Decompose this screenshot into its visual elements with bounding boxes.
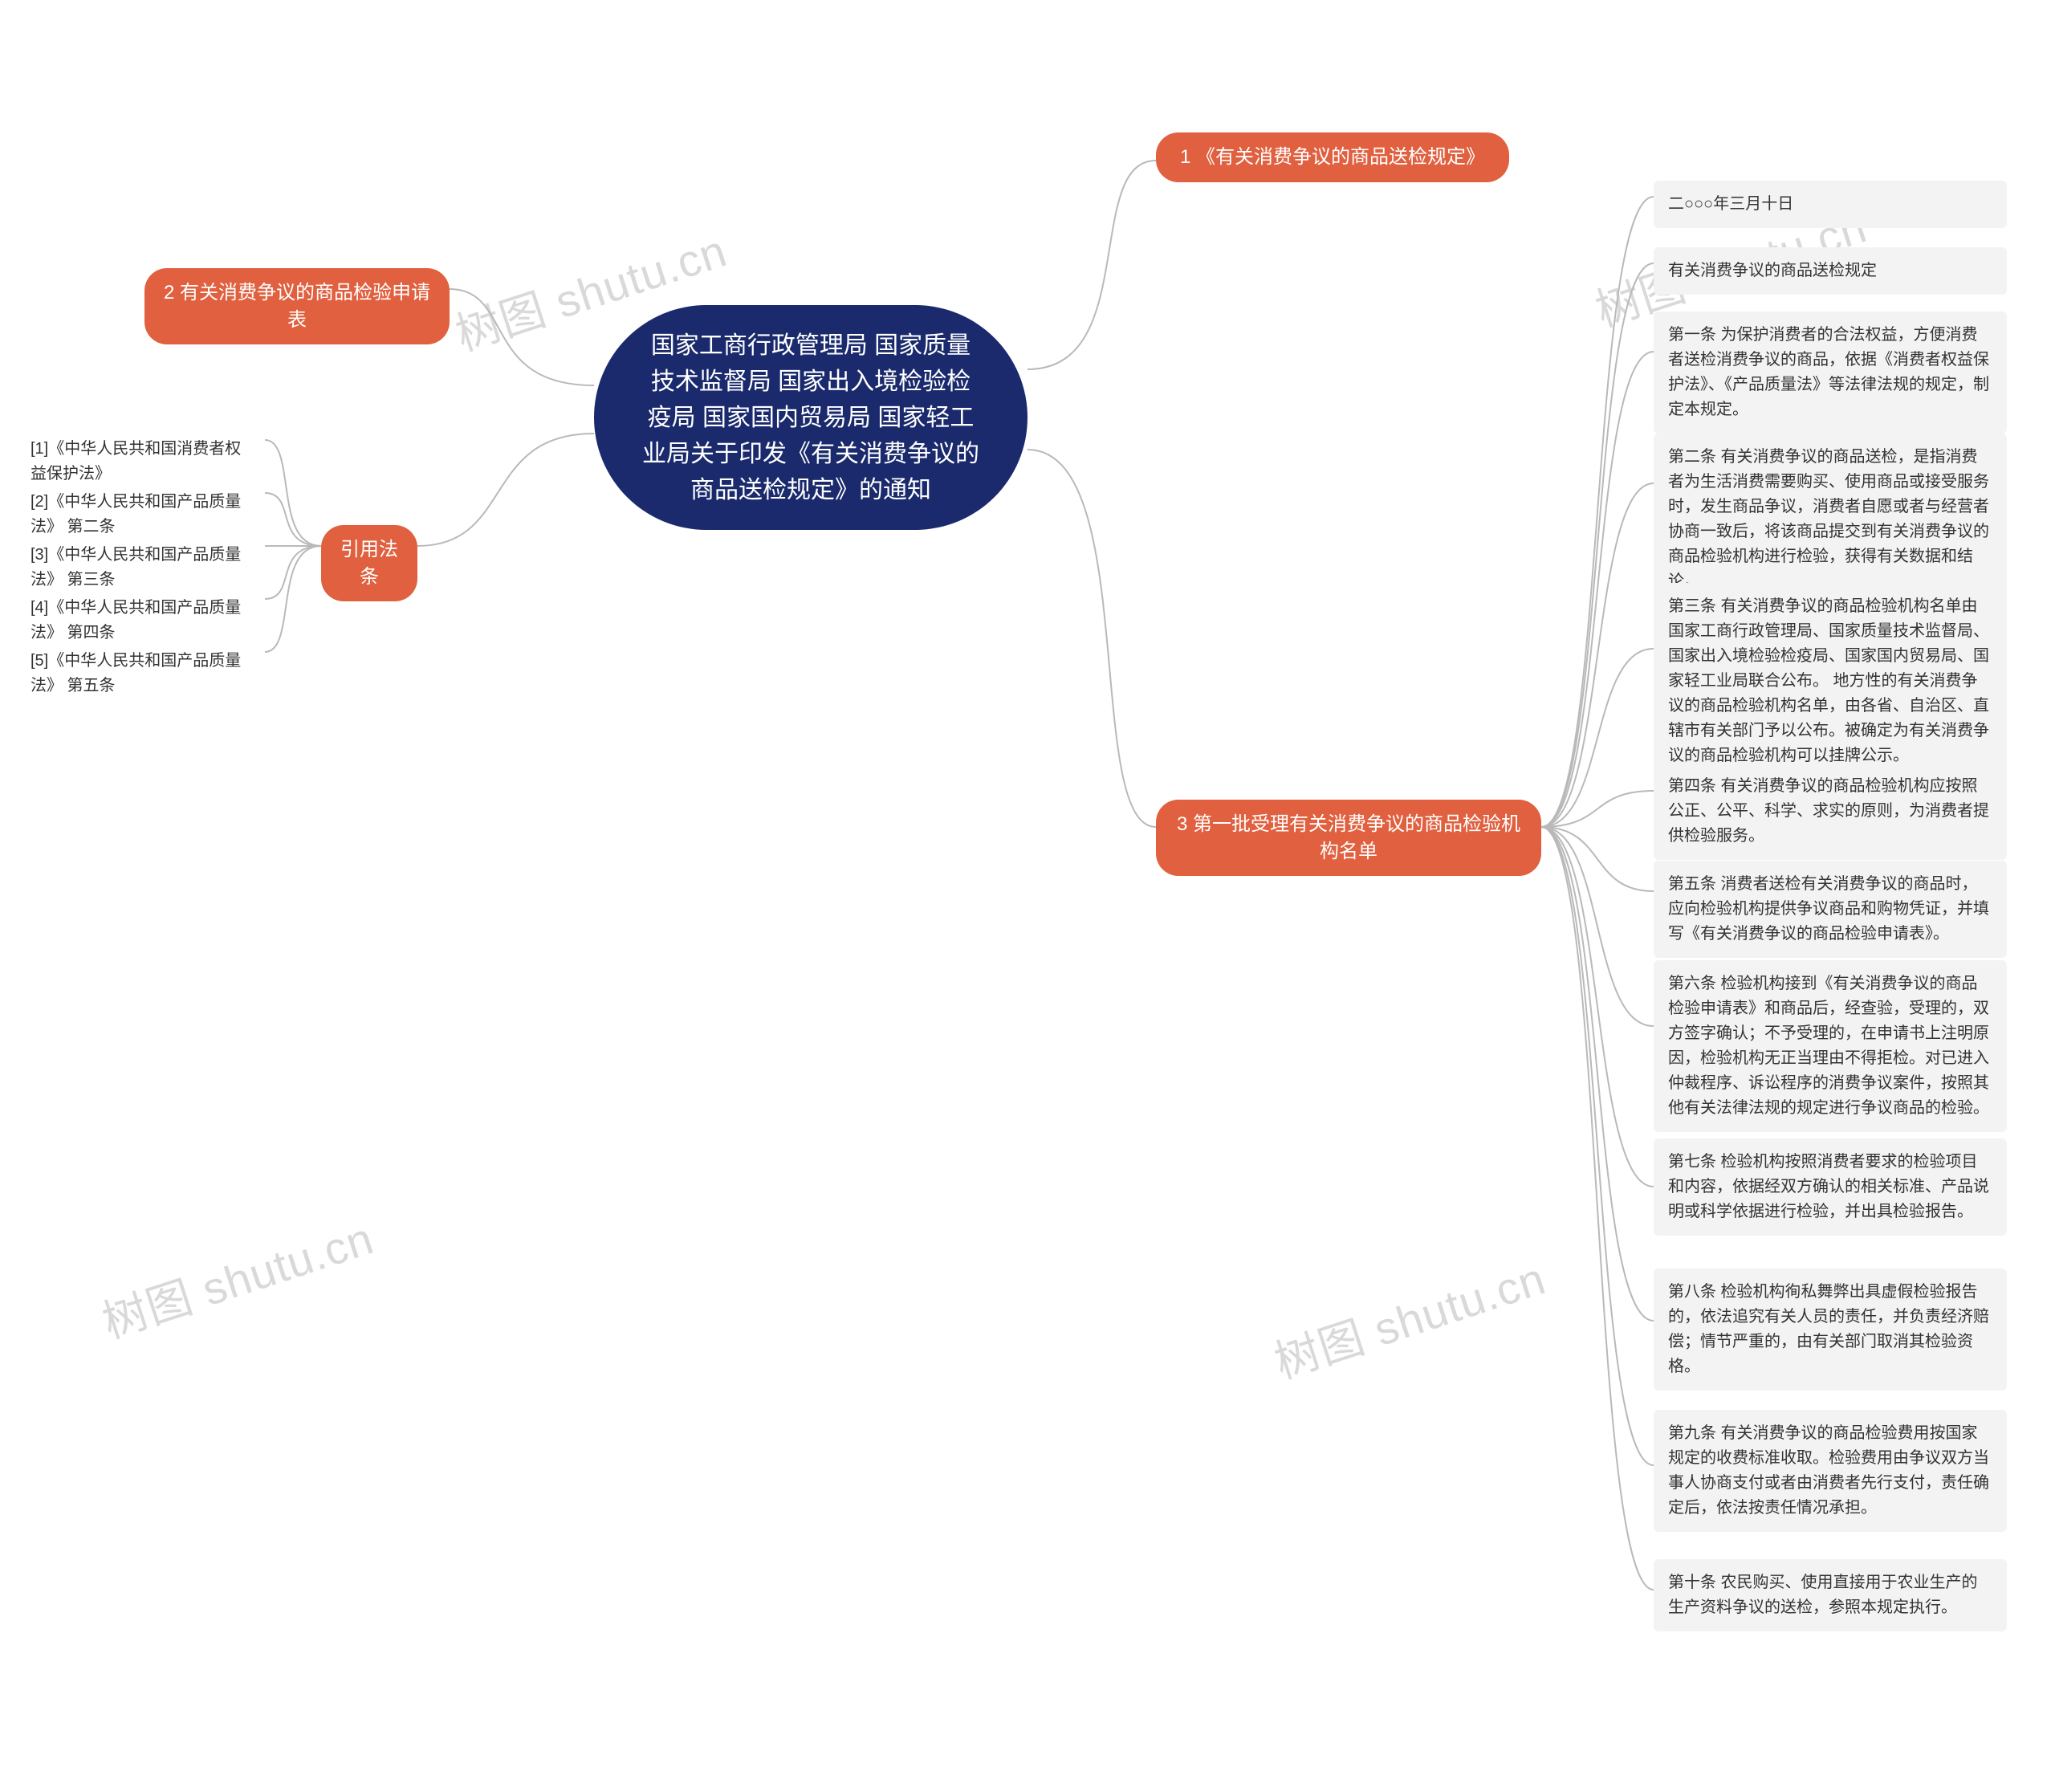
mindmap-canvas: 树图 shutu.cn 树图 shutu.cn 树图 shutu.cn 树图 s… <box>0 0 2055 1792</box>
article-3[interactable]: 第二条 有关消费争议的商品送检，是指消费者为生活消费需要购买、使用商品或接受服务… <box>1654 434 2007 605</box>
article-0[interactable]: 二○○○年三月十日 <box>1654 181 2007 228</box>
article-text: 第三条 有关消费争议的商品检验机构名单由国家工商行政管理局、国家质量技术监督局、… <box>1668 597 1989 764</box>
article-text: 二○○○年三月十日 <box>1668 195 1793 213</box>
branch-3[interactable]: 3 第一批受理有关消费争议的商品检验机构名单 <box>1156 800 1541 876</box>
article-11[interactable]: 第十条 农民购买、使用直接用于农业生产的生产资料争议的送检，参照本规定执行。 <box>1654 1559 2007 1631</box>
root-node[interactable]: 国家工商行政管理局 国家质量技术监督局 国家出入境检验检疫局 国家国内贸易局 国… <box>594 305 1028 530</box>
article-8[interactable]: 第七条 检验机构按照消费者要求的检验项目和内容，依据经双方确认的相关标准、产品说… <box>1654 1138 2007 1236</box>
root-title: 国家工商行政管理局 国家质量技术监督局 国家出入境检验检疫局 国家国内贸易局 国… <box>642 328 979 508</box>
article-1[interactable]: 有关消费争议的商品送检规定 <box>1654 247 2007 295</box>
article-text: 第六条 检验机构接到《有关消费争议的商品检验申请表》和商品后，经查验，受理的，双… <box>1668 975 1989 1117</box>
law-item-5[interactable]: [5]《中华人民共和国产品质量法》 第五条 <box>16 637 265 710</box>
article-2[interactable]: 第一条 为保护消费者的合法权益，方便消费者送检消费争议的商品，依据《消费者权益保… <box>1654 312 2007 434</box>
law-text: [3]《中华人民共和国产品质量法》 第三条 <box>31 546 241 589</box>
article-6[interactable]: 第五条 消费者送检有关消费争议的商品时，应向检验机构提供争议商品和购物凭证，并填… <box>1654 861 2007 958</box>
article-text: 第九条 有关消费争议的商品检验费用按国家规定的收费标准收取。检验费用由争议双方当… <box>1668 1424 1989 1517</box>
watermark: 树图 shutu.cn <box>1265 1243 1552 1391</box>
article-text: 第四条 有关消费争议的商品检验机构应按照公正、公平、科学、求实的原则，为消费者提… <box>1668 777 1989 845</box>
watermark: 树图 shutu.cn <box>93 1203 380 1351</box>
branch-2[interactable]: 2 有关消费争议的商品检验申请表 <box>144 268 450 344</box>
article-text: 第七条 检验机构按照消费者要求的检验项目和内容，依据经双方确认的相关标准、产品说… <box>1668 1153 1989 1220</box>
article-9[interactable]: 第八条 检验机构徇私舞弊出具虚假检验报告的，依法追究有关人员的责任，并负责经济赔… <box>1654 1269 2007 1391</box>
article-text: 第八条 检验机构徇私舞弊出具虚假检验报告的，依法追究有关人员的责任，并负责经济赔… <box>1668 1283 1989 1375</box>
article-text: 第二条 有关消费争议的商品送检，是指消费者为生活消费需要购买、使用商品或接受服务… <box>1668 448 1989 590</box>
branch-laws-label: 引用法条 <box>339 536 400 590</box>
branch-1-label: 1 《有关消费争议的商品送检规定》 <box>1180 144 1485 171</box>
article-text: 第十条 农民购买、使用直接用于农业生产的生产资料争议的送检，参照本规定执行。 <box>1668 1574 1978 1616</box>
branch-1[interactable]: 1 《有关消费争议的商品送检规定》 <box>1156 132 1509 182</box>
article-5[interactable]: 第四条 有关消费争议的商品检验机构应按照公正、公平、科学、求实的原则，为消费者提… <box>1654 763 2007 860</box>
article-text: 有关消费争议的商品送检规定 <box>1668 262 1877 279</box>
law-text: [1]《中华人民共和国消费者权益保护法》 <box>31 440 241 483</box>
article-10[interactable]: 第九条 有关消费争议的商品检验费用按国家规定的收费标准收取。检验费用由争议双方当… <box>1654 1410 2007 1532</box>
branch-2-label: 2 有关消费争议的商品检验申请表 <box>162 279 432 333</box>
article-text: 第一条 为保护消费者的合法权益，方便消费者送检消费争议的商品，依据《消费者权益保… <box>1668 326 1989 418</box>
article-4[interactable]: 第三条 有关消费争议的商品检验机构名单由国家工商行政管理局、国家质量技术监督局、… <box>1654 583 2007 780</box>
article-7[interactable]: 第六条 检验机构接到《有关消费争议的商品检验申请表》和商品后，经查验，受理的，双… <box>1654 960 2007 1132</box>
article-text: 第五条 消费者送检有关消费争议的商品时，应向检验机构提供争议商品和购物凭证，并填… <box>1668 875 1989 943</box>
law-text: [2]《中华人民共和国产品质量法》 第二条 <box>31 493 241 536</box>
law-text: [5]《中华人民共和国产品质量法》 第五条 <box>31 652 241 694</box>
law-text: [4]《中华人民共和国产品质量法》 第四条 <box>31 599 241 641</box>
branch-laws[interactable]: 引用法条 <box>321 525 417 601</box>
branch-3-label: 3 第一批受理有关消费争议的商品检验机构名单 <box>1174 811 1524 865</box>
